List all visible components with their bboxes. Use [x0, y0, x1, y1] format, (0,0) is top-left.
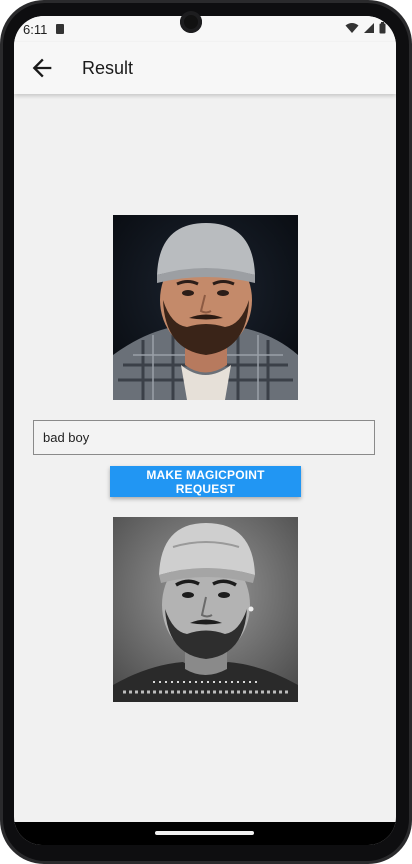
front-camera: [180, 11, 202, 33]
result-photo: [113, 517, 298, 702]
wifi-icon: [345, 23, 359, 33]
phone-frame: 6:11 Result bad boy MAKE MAGICPOINT REQU…: [0, 0, 412, 864]
status-icons: [345, 22, 386, 34]
sd-card-icon: [56, 24, 64, 34]
home-indicator[interactable]: [155, 831, 254, 835]
make-magicpoint-request-button[interactable]: MAKE MAGICPOINT REQUEST: [110, 466, 301, 497]
screen: 6:11 Result bad boy MAKE MAGICPOINT REQU…: [14, 16, 396, 845]
result-photo-drawing: [113, 517, 298, 702]
prompt-input[interactable]: [33, 420, 375, 455]
app-bar: Result: [14, 42, 396, 94]
back-arrow-icon[interactable]: [28, 54, 56, 82]
page-title: Result: [82, 58, 134, 78]
input-photo: [113, 215, 298, 400]
signal-icon: [364, 23, 374, 33]
navigation-bar: [14, 822, 396, 845]
input-photo-drawing: [113, 215, 298, 400]
status-bar: 6:11: [14, 16, 396, 42]
status-time: 6:11: [23, 22, 48, 37]
battery-icon: [379, 22, 386, 34]
